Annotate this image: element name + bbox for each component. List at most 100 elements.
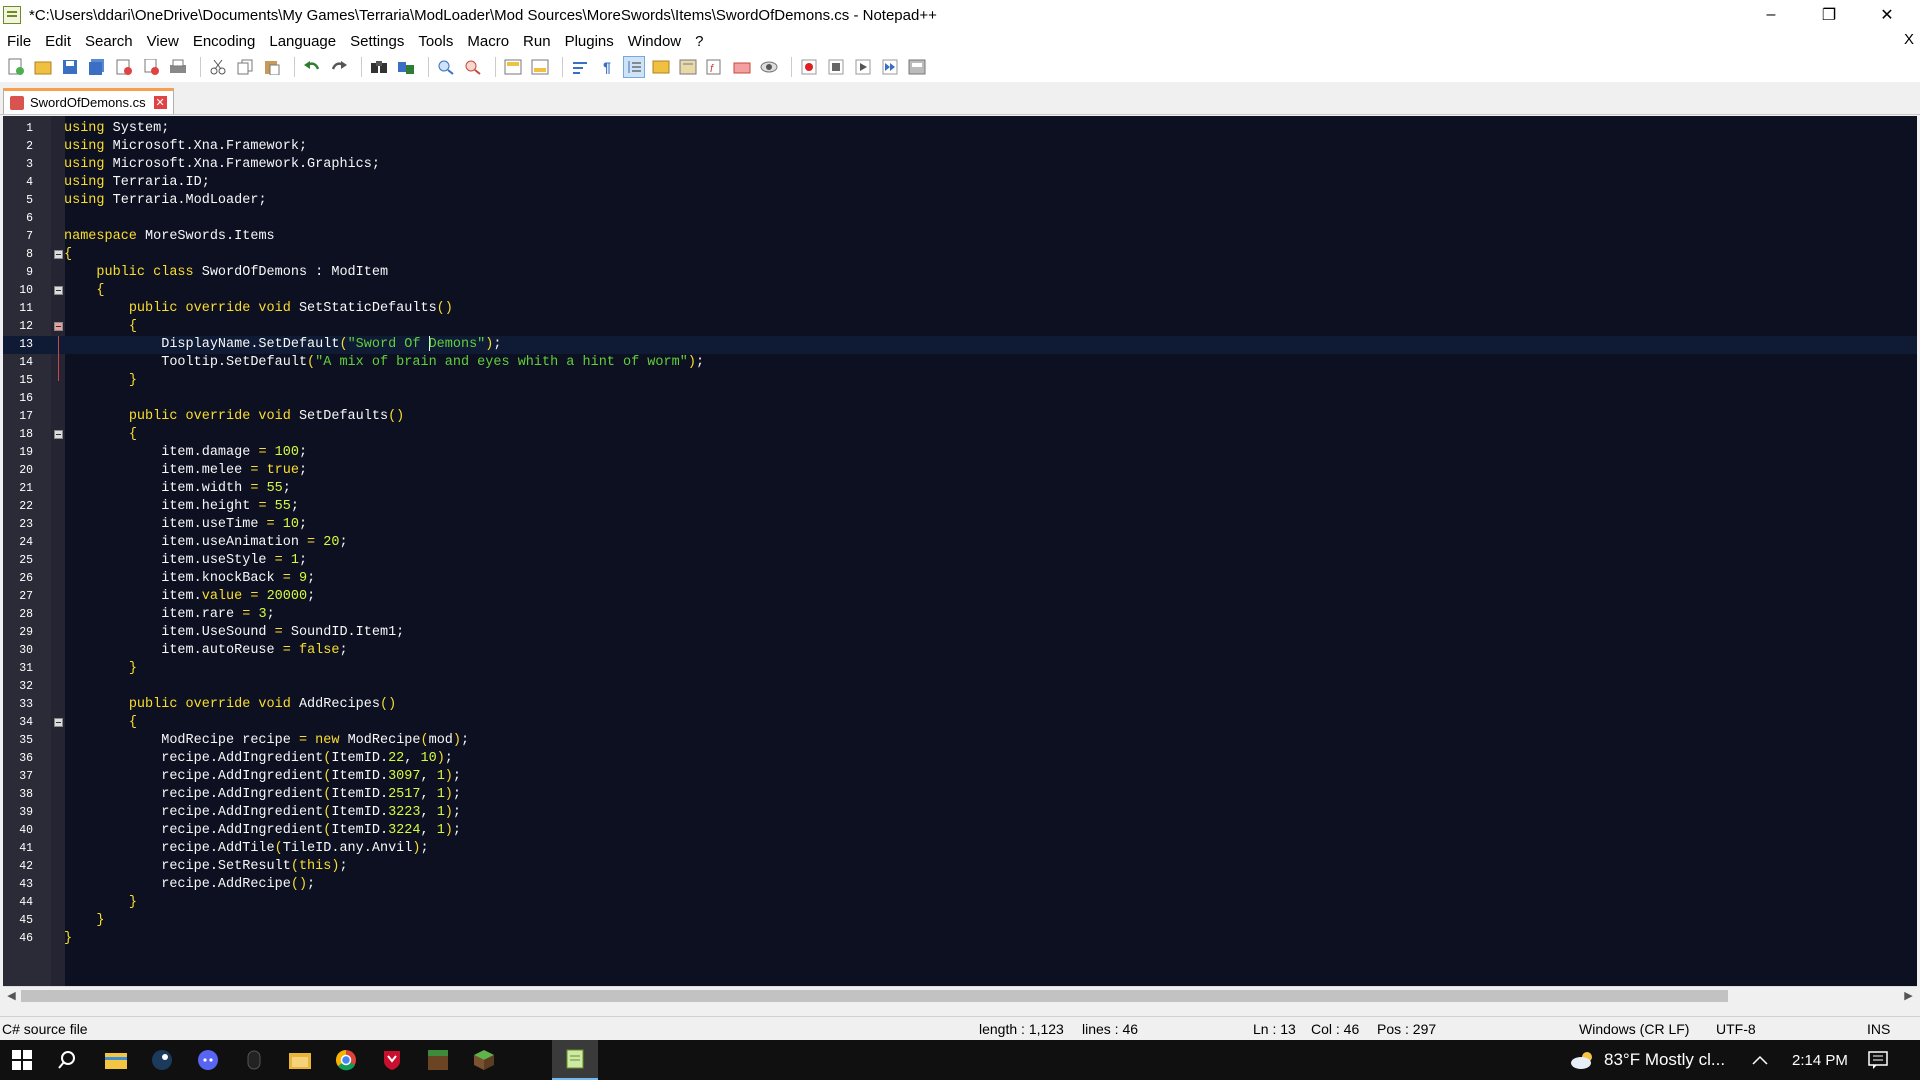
word-wrap-icon[interactable]	[569, 56, 591, 78]
zoom-in-icon[interactable]	[435, 56, 457, 78]
sync-horizontal-icon[interactable]	[529, 56, 551, 78]
code-line[interactable]: 13 DisplayName.SetDefault("Sword Of Demo…	[3, 336, 1917, 354]
find-icon[interactable]	[368, 56, 390, 78]
file-explorer-icon[interactable]	[104, 1048, 128, 1072]
mcafee-icon[interactable]	[380, 1048, 404, 1072]
folder-icon[interactable]	[288, 1048, 312, 1072]
scroll-left-icon[interactable]: ◀	[3, 987, 20, 1004]
fold-toggle-icon[interactable]	[54, 286, 63, 295]
folder-as-workspace-icon[interactable]	[677, 56, 699, 78]
minecraft-icon[interactable]	[472, 1048, 496, 1072]
menu-plugins[interactable]: Plugins	[558, 33, 621, 50]
cut-icon[interactable]	[207, 56, 229, 78]
code-line[interactable]: 20 item.melee = true;	[3, 462, 1917, 480]
maximize-button[interactable]: ❐	[1800, 0, 1858, 30]
code-line[interactable]: 27 item.value = 20000;	[3, 588, 1917, 606]
code-line[interactable]: 46}	[3, 930, 1917, 948]
fold-toggle-icon[interactable]	[54, 250, 63, 259]
notepadpp-taskbar-icon[interactable]	[552, 1040, 598, 1080]
code-line[interactable]: 10 {	[3, 282, 1917, 300]
document-map-icon[interactable]	[731, 56, 753, 78]
menu-macro[interactable]: Macro	[460, 33, 516, 50]
paste-icon[interactable]	[261, 56, 283, 78]
code-line[interactable]: 31 }	[3, 660, 1917, 678]
weather-widget[interactable]: 83°F Mostly cl...	[1570, 1040, 1725, 1080]
code-line[interactable]: 24 item.useAnimation = 20;	[3, 534, 1917, 552]
menu-search[interactable]: Search	[78, 33, 140, 50]
function-list-icon[interactable]: f	[704, 56, 726, 78]
save-macro-icon[interactable]	[906, 56, 928, 78]
code-line[interactable]: 29 item.UseSound = SoundID.Item1;	[3, 624, 1917, 642]
run-macro-multiple-icon[interactable]	[879, 56, 901, 78]
code-line[interactable]: 30 item.autoReuse = false;	[3, 642, 1917, 660]
code-line[interactable]: 25 item.useStyle = 1;	[3, 552, 1917, 570]
menu-language[interactable]: Language	[262, 33, 343, 50]
copy-icon[interactable]	[234, 56, 256, 78]
menu-run[interactable]: Run	[516, 33, 558, 50]
sync-vertical-icon[interactable]	[502, 56, 524, 78]
mouse-icon[interactable]	[242, 1048, 266, 1072]
indent-guide-icon[interactable]	[623, 56, 645, 78]
search-icon[interactable]	[55, 1048, 79, 1072]
user-defined-language-icon[interactable]	[650, 56, 672, 78]
monitoring-eye-icon[interactable]	[758, 56, 780, 78]
taskbar-clock[interactable]: 2:14 PM	[1792, 1040, 1848, 1080]
horizontal-scrollbar[interactable]: ◀ ▶	[3, 986, 1917, 1004]
status-eol[interactable]: Windows (CR LF)	[1579, 1021, 1689, 1037]
play-macro-icon[interactable]	[852, 56, 874, 78]
code-line[interactable]: 21 item.width = 55;	[3, 480, 1917, 498]
code-line[interactable]: 35 ModRecipe recipe = new ModRecipe(mod)…	[3, 732, 1917, 750]
chrome-icon[interactable]	[334, 1048, 358, 1072]
fold-toggle-icon[interactable]	[54, 430, 63, 439]
code-line[interactable]: 43 recipe.AddRecipe();	[3, 876, 1917, 894]
code-line[interactable]: 18 {	[3, 426, 1917, 444]
code-line[interactable]: 15 }	[3, 372, 1917, 390]
menu-edit[interactable]: Edit	[38, 33, 78, 50]
zoom-out-icon[interactable]	[462, 56, 484, 78]
code-line[interactable]: 32	[3, 678, 1917, 696]
code-line[interactable]: 36 recipe.AddIngredient(ItemID.22, 10);	[3, 750, 1917, 768]
code-line[interactable]: 8{	[3, 246, 1917, 264]
save-all-icon[interactable]	[86, 56, 108, 78]
status-encoding[interactable]: UTF-8	[1716, 1021, 1756, 1037]
code-line[interactable]: 14 Tooltip.SetDefault("A mix of brain an…	[3, 354, 1917, 372]
menu-view[interactable]: View	[140, 33, 186, 50]
close-window-button[interactable]: ✕	[1858, 0, 1916, 30]
code-line[interactable]: 39 recipe.AddIngredient(ItemID.3223, 1);	[3, 804, 1917, 822]
code-line[interactable]: 9 public class SwordOfDemons : ModItem	[3, 264, 1917, 282]
code-line[interactable]: 34 {	[3, 714, 1917, 732]
code-line[interactable]: 33 public override void AddRecipes()	[3, 696, 1917, 714]
redo-icon[interactable]	[328, 56, 350, 78]
notepadpp-app-icon[interactable]	[3, 6, 21, 24]
terraria-icon[interactable]	[426, 1048, 450, 1072]
menu-file[interactable]: File	[0, 33, 38, 50]
code-line[interactable]: 12 {	[3, 318, 1917, 336]
code-editor[interactable]: 1 using System; 2 using Microsoft.Xna.Frame…	[3, 116, 1917, 986]
save-icon[interactable]	[59, 56, 81, 78]
fold-toggle-icon[interactable]	[54, 718, 63, 727]
code-line[interactable]: 45 }	[3, 912, 1917, 930]
scroll-right-icon[interactable]: ▶	[1900, 987, 1917, 1004]
new-file-icon[interactable]	[5, 56, 27, 78]
notifications-icon[interactable]	[1868, 1040, 1888, 1080]
code-line[interactable]: 7 namespace MoreSwords.Items	[3, 228, 1917, 246]
menu-help[interactable]: ?	[688, 33, 710, 50]
code-line[interactable]: 26 item.knockBack = 9;	[3, 570, 1917, 588]
code-line[interactable]: 23 item.useTime = 10;	[3, 516, 1917, 534]
code-line[interactable]: 44 }	[3, 894, 1917, 912]
steam-icon[interactable]	[150, 1048, 174, 1072]
code-line[interactable]: 37 recipe.AddIngredient(ItemID.3097, 1);	[3, 768, 1917, 786]
minimize-button[interactable]: –	[1742, 0, 1800, 30]
code-line[interactable]: 38 recipe.AddIngredient(ItemID.2517, 1);	[3, 786, 1917, 804]
close-icon[interactable]	[113, 56, 135, 78]
code-line[interactable]: 16	[3, 390, 1917, 408]
code-line[interactable]: 19 item.damage = 100;	[3, 444, 1917, 462]
show-all-characters-icon[interactable]: ¶	[596, 56, 618, 78]
code-line[interactable]: 1 using System;	[3, 120, 1917, 138]
code-line[interactable]: 41 recipe.AddTile(TileID.any.Anvil);	[3, 840, 1917, 858]
record-macro-icon[interactable]	[798, 56, 820, 78]
fold-toggle-icon[interactable]	[54, 322, 63, 331]
windows-start-icon[interactable]	[10, 1048, 34, 1072]
menu-encoding[interactable]: Encoding	[186, 33, 263, 50]
code-line[interactable]: 4 using Terraria.ID;	[3, 174, 1917, 192]
